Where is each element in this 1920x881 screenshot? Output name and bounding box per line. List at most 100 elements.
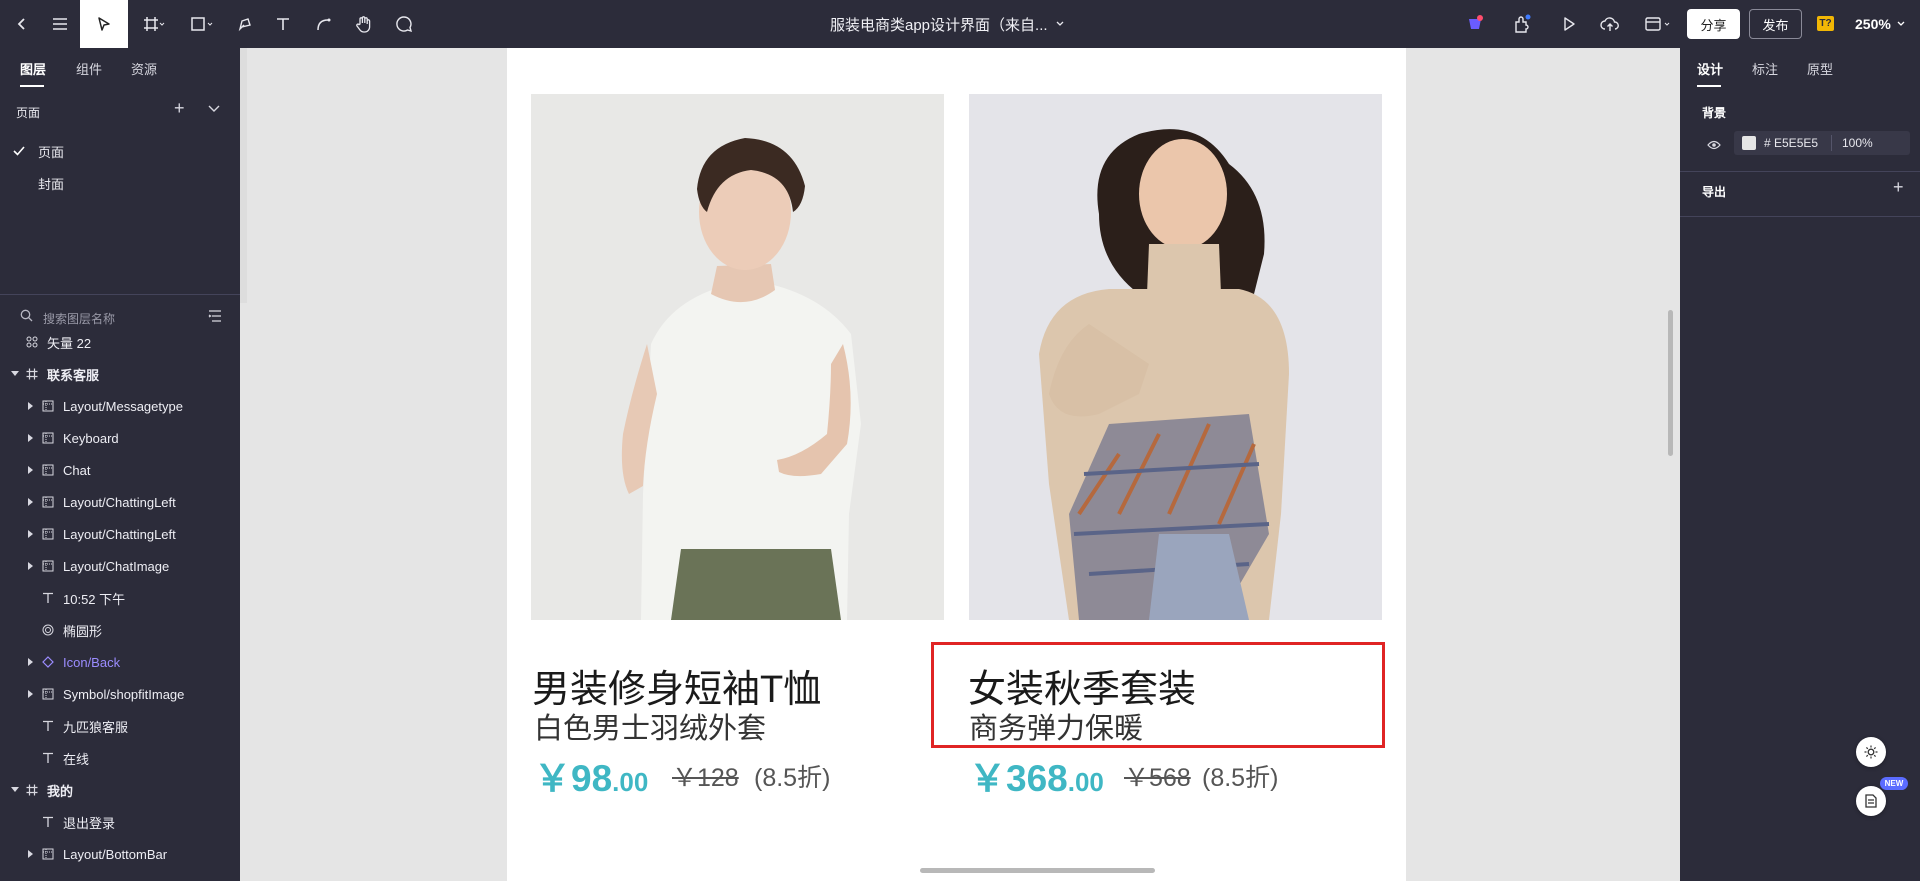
ellipse-icon bbox=[41, 623, 55, 637]
caret-right-icon[interactable] bbox=[27, 562, 35, 570]
background-hex-value[interactable]: # E5E5E5 bbox=[1764, 136, 1818, 150]
product-original-price[interactable]: ￥128 bbox=[672, 758, 739, 794]
upload-icon[interactable] bbox=[1596, 0, 1624, 48]
component-icon bbox=[41, 847, 55, 861]
layer-row[interactable]: 椭圆形 bbox=[0, 614, 240, 646]
frame-icon bbox=[25, 783, 39, 797]
publish-button[interactable]: 发布 bbox=[1749, 9, 1802, 39]
pages-header: 页面 bbox=[16, 106, 41, 120]
caret-down-icon[interactable] bbox=[11, 370, 19, 378]
caret-right-icon[interactable] bbox=[27, 850, 35, 858]
layer-name: Icon/Back bbox=[63, 654, 121, 670]
caret-right-icon[interactable] bbox=[27, 658, 35, 666]
share-button[interactable]: 分享 bbox=[1687, 9, 1740, 39]
caret-right-icon[interactable] bbox=[27, 498, 35, 506]
product-image-men-tshirt[interactable] bbox=[531, 94, 944, 620]
tab-annotate[interactable]: 标注 bbox=[1752, 59, 1778, 78]
layer-row[interactable]: 九匹狼客服 bbox=[0, 710, 240, 742]
page-item-cover[interactable]: 封面 bbox=[0, 168, 240, 198]
main-menu-icon[interactable] bbox=[46, 0, 74, 48]
document-notes-icon[interactable] bbox=[1856, 786, 1886, 816]
canvas-horizontal-scrollbar[interactable] bbox=[920, 868, 1155, 873]
layer-row[interactable]: Keyboard bbox=[0, 422, 240, 454]
layer-row[interactable]: Layout/BottomBar bbox=[0, 838, 240, 870]
color-swatch[interactable] bbox=[1742, 136, 1756, 150]
product-original-price[interactable]: ￥568 bbox=[1124, 758, 1191, 794]
filter-list-icon[interactable] bbox=[208, 309, 222, 327]
layer-row[interactable]: 10:52 下午 bbox=[0, 582, 240, 614]
left-panel-scrollbar[interactable] bbox=[240, 48, 247, 303]
search-input[interactable]: 搜索图层名称 bbox=[43, 310, 115, 327]
layer-row[interactable]: Layout/ChattingLeft bbox=[0, 486, 240, 518]
tab-layers[interactable]: 图层 bbox=[20, 59, 46, 78]
text-icon bbox=[41, 815, 55, 829]
canvas-vertical-scrollbar[interactable] bbox=[1668, 310, 1673, 456]
zoom-control[interactable]: 250% bbox=[1855, 0, 1905, 48]
layer-name: 退出登录 bbox=[63, 815, 116, 831]
caret-down-icon[interactable] bbox=[11, 786, 19, 794]
layer-row[interactable]: Layout/ChattingLeft bbox=[0, 518, 240, 550]
woman-figure-illustration bbox=[1039, 129, 1289, 620]
plugin-icon[interactable] bbox=[1508, 0, 1536, 48]
zoom-level: 250% bbox=[1855, 16, 1891, 32]
layer-row[interactable]: 矢量 22 bbox=[0, 326, 240, 358]
layer-row[interactable]: Layout/ChatImage bbox=[0, 550, 240, 582]
product-image-women-set[interactable] bbox=[969, 94, 1382, 620]
instance-icon bbox=[41, 655, 55, 669]
play-icon[interactable] bbox=[1555, 0, 1583, 48]
shape-tool-icon[interactable] bbox=[186, 0, 218, 48]
layer-row[interactable]: 联系客服 bbox=[0, 358, 240, 390]
caret-right-icon[interactable] bbox=[27, 690, 35, 698]
ai-assistant-icon[interactable] bbox=[1461, 0, 1489, 48]
product-discount[interactable]: (8.5折) bbox=[754, 758, 830, 794]
product-subtitle[interactable]: 白色男士羽绒外套 bbox=[534, 705, 766, 747]
caret-right-icon[interactable] bbox=[27, 434, 35, 442]
document-title[interactable]: 服装电商类app设计界面（来自... bbox=[830, 0, 1064, 48]
add-export-icon[interactable]: + bbox=[1893, 177, 1904, 198]
hand-tool-icon[interactable] bbox=[350, 0, 378, 48]
background-color-field[interactable]: # E5E5E5 100% bbox=[1734, 131, 1910, 155]
component-icon bbox=[41, 559, 55, 573]
tab-prototype[interactable]: 原型 bbox=[1807, 59, 1833, 78]
product-discount[interactable]: (8.5折) bbox=[1202, 758, 1278, 794]
layer-row[interactable]: Chat bbox=[0, 454, 240, 486]
component-icon bbox=[41, 463, 55, 477]
caret-right-icon[interactable] bbox=[27, 530, 35, 538]
layer-row[interactable]: Icon/Back bbox=[0, 646, 240, 678]
theme-toggle-sun-icon[interactable] bbox=[1856, 737, 1886, 767]
layer-name: 在线 bbox=[63, 751, 90, 767]
layer-row[interactable]: 在线 bbox=[0, 742, 240, 774]
tab-design[interactable]: 设计 bbox=[1697, 59, 1723, 78]
connector-tool-icon[interactable] bbox=[311, 0, 337, 48]
product-price[interactable]: ￥98.00 bbox=[534, 748, 648, 802]
layer-row[interactable]: Symbol/shopfitImage bbox=[0, 678, 240, 710]
layer-row[interactable]: 退出登录 bbox=[0, 806, 240, 838]
artboard[interactable]: 男装修身短袖T恤 白色男士羽绒外套 ￥98.00 ￥128 (8.5折) 女装秋… bbox=[507, 48, 1406, 881]
tab-components[interactable]: 组件 bbox=[76, 59, 102, 78]
page-item-page[interactable]: 页面 bbox=[0, 136, 240, 166]
pen-tool-icon[interactable] bbox=[232, 0, 258, 48]
top-toolbar: 服装电商类app设计界面（来自... 分享 发布 T? 250% bbox=[0, 0, 1920, 48]
tab-assets[interactable]: 资源 bbox=[131, 59, 157, 78]
eye-icon[interactable] bbox=[1707, 137, 1721, 155]
layer-name: 我的 bbox=[47, 783, 74, 799]
background-opacity-value[interactable]: 100% bbox=[1842, 136, 1873, 150]
layout-icon[interactable] bbox=[1640, 0, 1676, 48]
plan-badge[interactable]: T? bbox=[1817, 16, 1834, 31]
vector-icon bbox=[25, 335, 39, 349]
caret-right-icon[interactable] bbox=[27, 466, 35, 474]
move-tool-icon[interactable] bbox=[80, 0, 128, 48]
text-tool-icon[interactable] bbox=[270, 0, 296, 48]
layer-row[interactable]: 我的 bbox=[0, 774, 240, 806]
frame-tool-icon[interactable] bbox=[138, 0, 170, 48]
export-section-label: 导出 bbox=[1702, 185, 1727, 199]
layer-row[interactable]: Layout/Messagetype bbox=[0, 390, 240, 422]
comment-tool-icon[interactable] bbox=[390, 0, 418, 48]
collapse-pages-icon[interactable] bbox=[208, 100, 220, 118]
add-page-icon[interactable]: + bbox=[174, 98, 185, 119]
caret-right-icon[interactable] bbox=[27, 402, 35, 410]
back-icon[interactable] bbox=[8, 0, 36, 48]
layer-name: Symbol/shopfitImage bbox=[63, 686, 185, 702]
product-price[interactable]: ￥368.00 bbox=[969, 748, 1104, 802]
component-icon bbox=[41, 399, 55, 413]
